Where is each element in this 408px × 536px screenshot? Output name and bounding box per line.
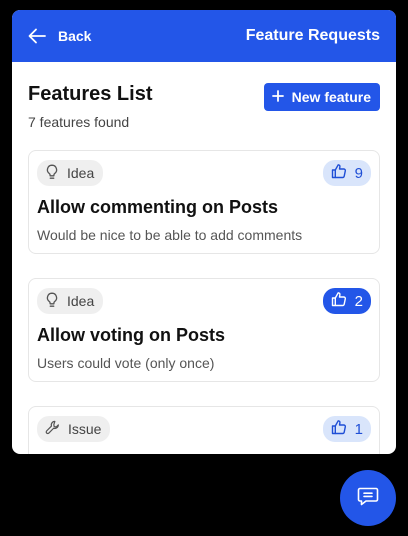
page-title: Feature Requests <box>245 27 380 44</box>
feature-card[interactable]: Issue 1 <box>28 406 380 454</box>
vote-count: 2 <box>354 292 363 310</box>
plus-icon <box>271 89 284 105</box>
category-label: Issue <box>68 421 102 437</box>
category-label: Idea <box>67 165 95 181</box>
lightbulb-icon <box>45 292 59 311</box>
feature-title: Allow voting on Posts <box>37 325 225 345</box>
features-list: Idea 9 Allow commenting on Posts Would b <box>28 150 380 454</box>
chat-bubble-icon <box>357 485 379 512</box>
category-tag: Idea <box>37 160 104 186</box>
upvote-button[interactable]: 2 <box>322 288 371 314</box>
feature-description: Would be nice to be able to add comments <box>37 227 303 243</box>
list-header: Features List 7 features found New featu… <box>28 80 380 130</box>
feature-card[interactable]: Idea 2 Allow voting on Posts Users could <box>28 278 380 382</box>
arrow-left-icon <box>28 28 46 44</box>
wrench-icon <box>45 420 60 438</box>
feature-card[interactable]: Idea 9 Allow commenting on Posts Would b <box>28 150 380 254</box>
thumbs-up-icon <box>331 163 347 183</box>
feature-requests-panel: Back Feature Requests Features List 7 fe… <box>12 10 396 454</box>
upvote-button[interactable]: 9 <box>322 160 371 186</box>
thumbs-up-icon <box>331 419 347 439</box>
vote-count: 1 <box>354 420 363 438</box>
chat-button[interactable] <box>340 470 396 526</box>
thumbs-up-icon <box>331 291 347 311</box>
upvote-button[interactable]: 1 <box>322 416 371 442</box>
new-feature-button[interactable]: New feature <box>263 83 380 111</box>
back-label: Back <box>58 28 92 44</box>
list-title: Features List <box>28 83 153 105</box>
vote-count: 9 <box>354 164 363 182</box>
category-tag: Issue <box>37 416 111 442</box>
features-count: 7 features found <box>28 114 130 130</box>
category-tag: Idea <box>37 288 104 314</box>
back-button[interactable]: Back <box>28 28 91 44</box>
category-label: Idea <box>67 293 95 309</box>
lightbulb-icon <box>45 164 59 183</box>
new-feature-label: New feature <box>291 89 371 105</box>
app-header: Back Feature Requests <box>12 10 396 62</box>
feature-title: Allow commenting on Posts <box>37 197 279 217</box>
list-heading-group: Features List 7 features found <box>28 80 152 130</box>
feature-description: Users could vote (only once) <box>37 355 215 371</box>
main-content: Features List 7 features found New featu… <box>12 62 396 454</box>
